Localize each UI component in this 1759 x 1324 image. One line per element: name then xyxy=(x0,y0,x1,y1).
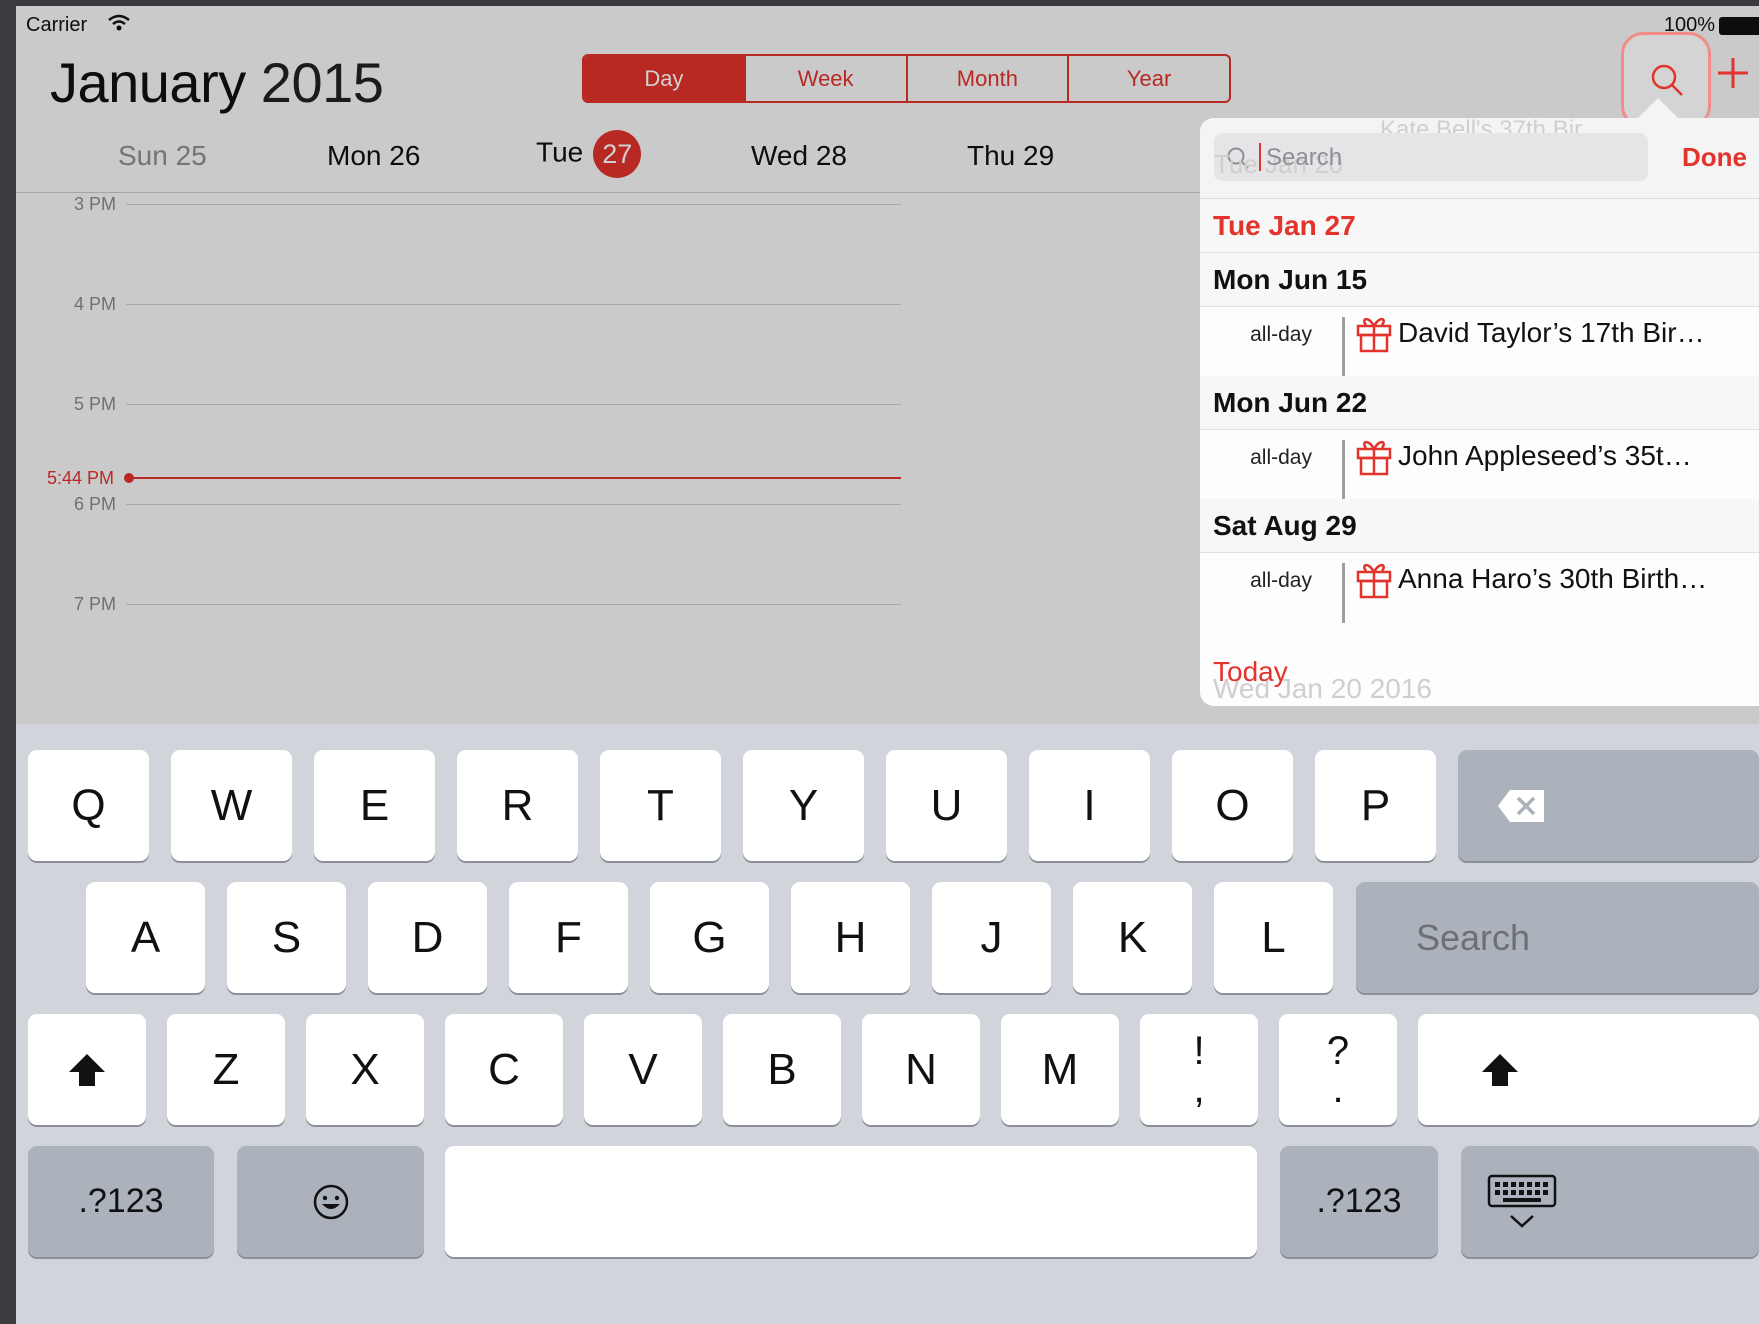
search-input[interactable] xyxy=(1264,141,1628,175)
event-title: John Appleseed’s 35t… xyxy=(1398,440,1692,471)
key-i[interactable]: I xyxy=(1029,750,1150,861)
search-icon xyxy=(1651,64,1683,96)
emoji-icon xyxy=(313,1184,348,1219)
key-m[interactable]: M xyxy=(1001,1014,1119,1125)
key-n[interactable]: N xyxy=(862,1014,980,1125)
done-button[interactable]: Done xyxy=(1682,142,1747,173)
key-l[interactable]: L xyxy=(1214,882,1333,993)
numbers-key-right[interactable]: .?123 xyxy=(1280,1146,1438,1257)
section-header: Mon Jun 15 xyxy=(1200,253,1759,307)
key-a[interactable]: A xyxy=(86,882,205,993)
text-cursor xyxy=(1259,143,1261,171)
key-v[interactable]: V xyxy=(584,1014,702,1125)
section-header: Sat Aug 29 xyxy=(1200,499,1759,553)
shift-key-right[interactable] xyxy=(1418,1014,1759,1125)
key-o[interactable]: O xyxy=(1172,750,1293,861)
search-key[interactable]: Search xyxy=(1356,882,1759,993)
shift-icon xyxy=(69,1053,105,1086)
key-z[interactable]: Z xyxy=(167,1014,285,1125)
gift-icon xyxy=(1356,440,1392,476)
keyboard-dismiss-icon xyxy=(1487,1174,1557,1228)
key-t[interactable]: T xyxy=(600,750,721,861)
key-u[interactable]: U xyxy=(886,750,1007,861)
key-g[interactable]: G xyxy=(650,882,769,993)
calendar-color-bar xyxy=(1342,563,1345,623)
event-time: all-day xyxy=(1250,323,1312,346)
space-bar[interactable] xyxy=(445,1146,1257,1257)
section-header: Tue Jan 27 xyxy=(1200,199,1759,253)
key-r[interactable]: R xyxy=(457,750,578,861)
onscreen-keyboard: Q W E R T Y U I O P A S D F G H J K L Se… xyxy=(16,724,1759,1324)
event-row[interactable]: all-day Anna Haro’s 30th Birth… xyxy=(1200,553,1759,623)
event-title: Anna Haro’s 30th Birth… xyxy=(1398,563,1708,594)
key-j[interactable]: J xyxy=(932,882,1051,993)
key-exclaim-comma[interactable]: !, xyxy=(1140,1014,1258,1125)
today-link[interactable]: Today xyxy=(1213,656,1288,688)
key-f[interactable]: F xyxy=(509,882,628,993)
popover-arrow xyxy=(1636,98,1680,120)
delete-icon xyxy=(1498,789,1544,822)
calendar-screen: Carrier 100% January 2015 Day Week Month… xyxy=(16,6,1759,1324)
shift-icon xyxy=(1482,1053,1518,1086)
numbers-key-left[interactable]: .?123 xyxy=(28,1146,214,1257)
key-h[interactable]: H xyxy=(791,882,910,993)
add-event-icon[interactable] xyxy=(1716,56,1750,90)
device-frame: Carrier 100% January 2015 Day Week Month… xyxy=(0,0,1759,1324)
key-s[interactable]: S xyxy=(227,882,346,993)
key-c[interactable]: C xyxy=(445,1014,563,1125)
search-field[interactable]: Tue Jan 20 xyxy=(1214,133,1648,181)
key-p[interactable]: P xyxy=(1315,750,1436,861)
event-title: David Taylor’s 17th Bir… xyxy=(1398,317,1705,348)
search-bar: Kate Bell's 37th Bir Tue Jan 20 Done xyxy=(1200,118,1759,199)
key-b[interactable]: B xyxy=(723,1014,841,1125)
key-x[interactable]: X xyxy=(306,1014,424,1125)
event-time: all-day xyxy=(1250,569,1312,592)
section-header: Mon Jun 22 xyxy=(1200,376,1759,430)
search-popover: Kate Bell's 37th Bir Tue Jan 20 Done Tue… xyxy=(1200,118,1759,706)
key-q[interactable]: Q xyxy=(28,750,149,861)
key-d[interactable]: D xyxy=(368,882,487,993)
gift-icon xyxy=(1356,563,1392,599)
delete-key[interactable] xyxy=(1458,750,1759,861)
gift-icon xyxy=(1356,317,1392,353)
key-e[interactable]: E xyxy=(314,750,435,861)
key-k[interactable]: K xyxy=(1073,882,1192,993)
shift-key-left[interactable] xyxy=(28,1014,146,1125)
event-time: all-day xyxy=(1250,446,1312,469)
emoji-key[interactable] xyxy=(237,1146,424,1257)
key-y[interactable]: Y xyxy=(743,750,864,861)
key-w[interactable]: W xyxy=(171,750,292,861)
dismiss-keyboard-key[interactable] xyxy=(1461,1146,1759,1257)
key-question-period[interactable]: ?. xyxy=(1279,1014,1397,1125)
